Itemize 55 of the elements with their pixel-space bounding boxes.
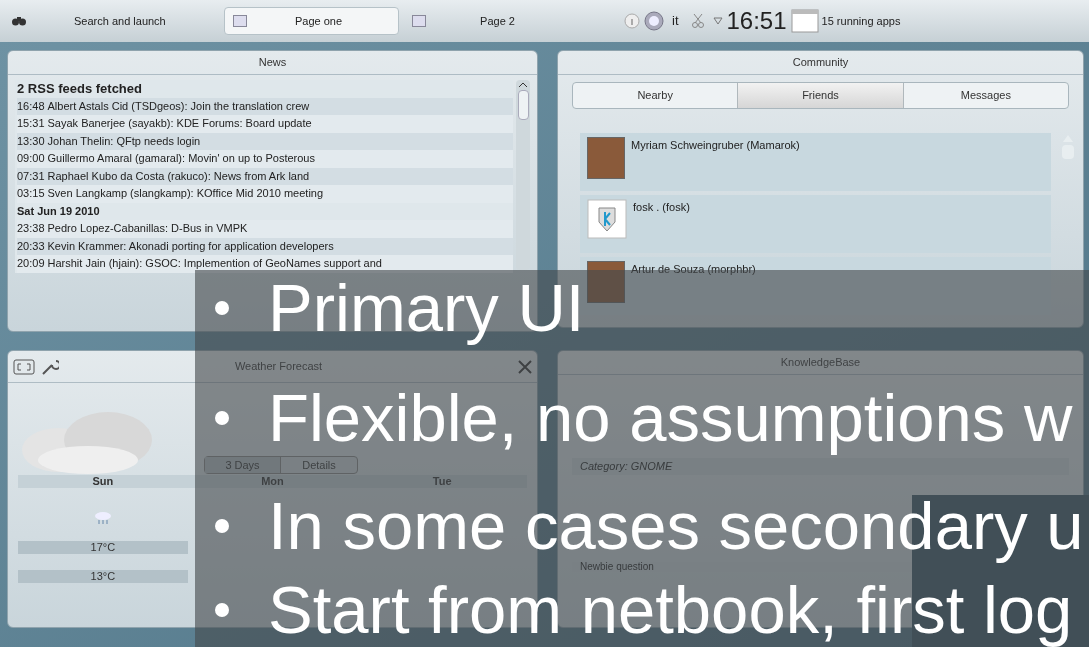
binoculars-icon[interactable] bbox=[12, 16, 26, 26]
clock[interactable]: 16:51 bbox=[726, 3, 787, 39]
friend-item[interactable]: fosk . (fosk) bbox=[580, 195, 1051, 253]
wrench-icon[interactable] bbox=[41, 357, 59, 376]
window-icon[interactable] bbox=[790, 9, 819, 33]
running-apps-label[interactable]: 15 running apps bbox=[821, 12, 901, 30]
bullet-icon bbox=[215, 300, 229, 315]
avatar-photo-placeholder bbox=[587, 261, 625, 303]
page-tab[interactable]: Page 2 bbox=[403, 7, 578, 35]
community-tab[interactable]: Nearby bbox=[573, 83, 738, 108]
day-name: Tue bbox=[357, 475, 527, 488]
news-item[interactable]: 20:09 Harshit Jain (hjain): GSOC: Implemention of GeoNames support and bbox=[17, 255, 513, 273]
panel-title: KnowledgeBase bbox=[780, 355, 861, 371]
shield-logo-icon bbox=[587, 199, 627, 239]
friend-name: Myriam Schweingruber (Mamarok) bbox=[631, 138, 800, 153]
keyboard-layout[interactable]: it bbox=[672, 11, 679, 31]
close-icon[interactable] bbox=[518, 359, 532, 374]
bullet-text: In some cases secondary u bbox=[268, 488, 1084, 563]
panel-title: Weather Forecast bbox=[233, 359, 324, 375]
news-item[interactable]: 03:15 Sven Langkamp (slangkamp): KOffice Mid 2010 meeting bbox=[17, 185, 513, 203]
scissors-icon[interactable] bbox=[690, 13, 705, 29]
page-icon bbox=[412, 15, 426, 27]
page-tab[interactable]: Page one bbox=[224, 7, 399, 35]
low-temperature: 13°C bbox=[18, 570, 188, 583]
bullet-icon bbox=[215, 518, 229, 533]
bullet-icon bbox=[215, 603, 229, 617]
page-icon bbox=[233, 15, 247, 27]
news-item[interactable]: 15:31 Sayak Banerjee (sayakb): KDE Forums: Board update bbox=[17, 115, 513, 133]
scrollbar[interactable] bbox=[516, 80, 530, 270]
news-item[interactable]: 09:00 Guillermo Amaral (gamaral): Movin' on up to Posterous bbox=[17, 150, 513, 168]
search-launch-button[interactable]: Search and launch bbox=[74, 12, 224, 30]
panel-title: Community bbox=[792, 55, 849, 71]
community-tab[interactable]: Messages bbox=[903, 83, 1068, 108]
community-tab[interactable]: Friends bbox=[737, 83, 904, 108]
day-name: Mon bbox=[187, 475, 358, 488]
fullscreen-icon[interactable] bbox=[13, 358, 35, 375]
scroll-thumb[interactable] bbox=[517, 90, 529, 120]
bullet-text: Start from netbook, first log bbox=[268, 573, 1073, 647]
news-date-heading: Sat Jun 19 2010 bbox=[17, 203, 101, 219]
high-temperature: 17°C bbox=[18, 541, 188, 554]
rain-cloud-icon bbox=[93, 511, 112, 525]
avatar-photo-placeholder bbox=[587, 137, 625, 179]
news-item[interactable]: 23:38 Pedro Lopez-Cabanillas: D-Bus in VMPK bbox=[17, 220, 513, 238]
bullet-text: Flexible, no assumptions w bbox=[268, 380, 1073, 455]
day-name: Sun bbox=[18, 475, 188, 488]
panel-title: News bbox=[258, 55, 287, 71]
friend-name: Artur de Souza (morphbr) bbox=[631, 262, 756, 277]
friend-item[interactable]: Myriam Schweingruber (Mamarok) bbox=[580, 133, 1051, 191]
caret-down-icon[interactable] bbox=[712, 17, 723, 25]
news-date-heading: 2 RSS feeds fetched bbox=[17, 80, 143, 98]
bullet-icon bbox=[215, 410, 229, 425]
news-item[interactable]: 16:48 Albert Astals Cid (TSDgeos): Join the translation crew bbox=[17, 97, 513, 115]
caret-up-icon[interactable] bbox=[518, 80, 528, 90]
info-icon[interactable] bbox=[624, 13, 640, 29]
friend-name: fosk . (fosk) bbox=[633, 200, 690, 215]
